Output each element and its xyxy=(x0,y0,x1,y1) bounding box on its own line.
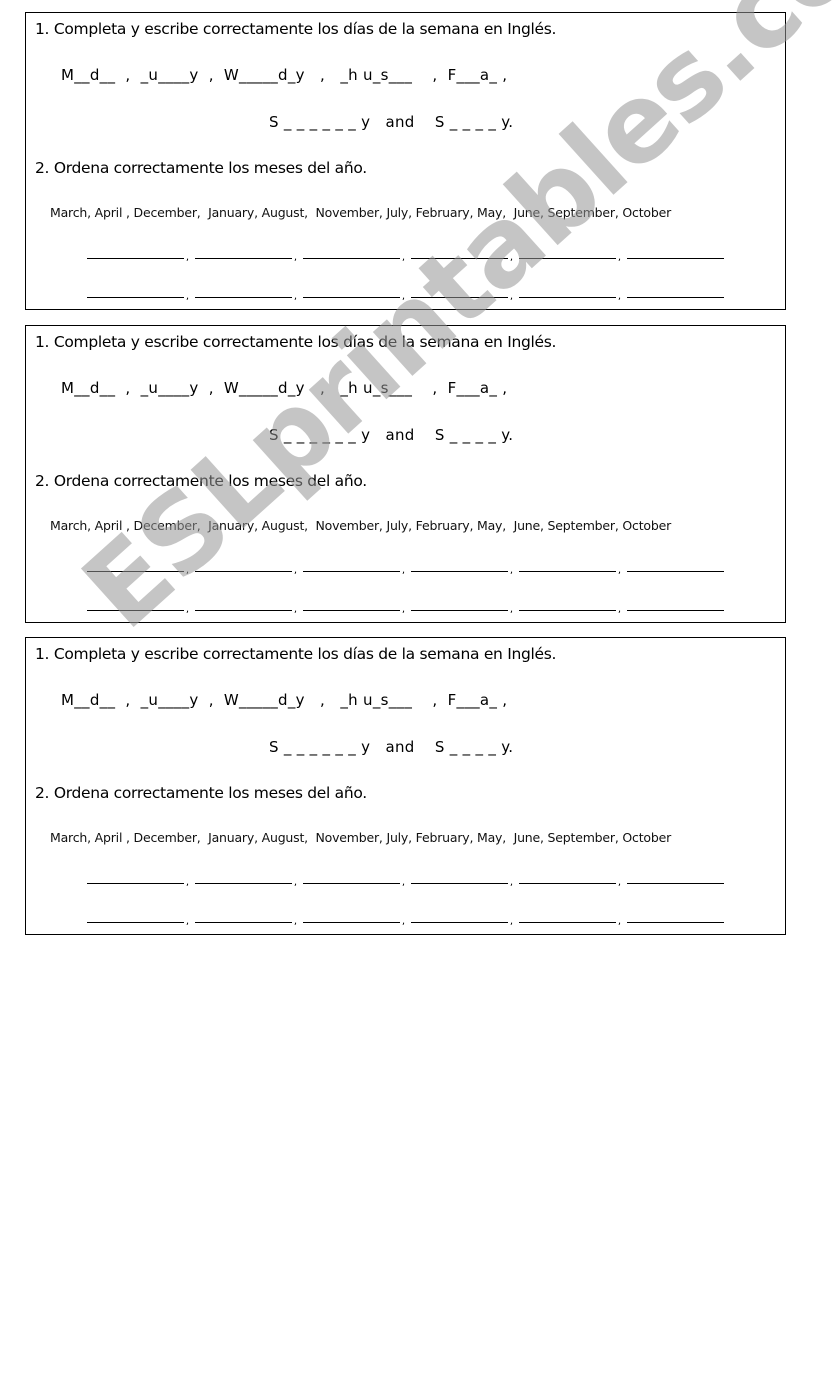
answer-blank[interactable]: , xyxy=(195,287,297,302)
answer-blank[interactable]: , xyxy=(87,561,189,576)
answer-blank[interactable]: , xyxy=(411,248,513,263)
months-list: March, April , December, January, August… xyxy=(50,830,672,845)
answer-blank[interactable]: , xyxy=(303,248,405,263)
answer-row-2: , , , , , xyxy=(87,600,737,615)
answer-blank[interactable]: , xyxy=(195,873,297,888)
answer-blank[interactable]: , xyxy=(411,287,513,302)
answer-blank[interactable]: , xyxy=(303,912,405,927)
days-fill-line-1: M__d__ , _u____y , W_____d_y , _h u_s___… xyxy=(61,66,508,84)
exercise-2-title: 2. Ordena correctamente los meses del añ… xyxy=(35,472,367,490)
worksheet-box-3: 1. Completa y escribe correctamente los … xyxy=(25,637,786,935)
months-list: March, April , December, January, August… xyxy=(50,518,672,533)
answer-blank[interactable]: , xyxy=(519,873,621,888)
answer-blank[interactable]: , xyxy=(411,912,513,927)
answer-row-2: , , , , , xyxy=(87,912,737,927)
answer-blank[interactable]: , xyxy=(303,561,405,576)
answer-blank[interactable]: , xyxy=(87,248,189,263)
months-list: March, April , December, January, August… xyxy=(50,205,672,220)
answer-row-1: , , , , , xyxy=(87,561,737,576)
answer-blank[interactable]: , xyxy=(519,600,621,615)
answer-blank[interactable] xyxy=(627,287,724,298)
exercise-2-title: 2. Ordena correctamente los meses del añ… xyxy=(35,159,367,177)
answer-blank[interactable] xyxy=(627,873,724,884)
answer-blank[interactable]: , xyxy=(195,912,297,927)
days-fill-line-2: S _ _ _ _ _ _ y and S _ _ _ _ y. xyxy=(269,113,514,131)
days-fill-line-2: S _ _ _ _ _ _ y and S _ _ _ _ y. xyxy=(269,738,514,756)
answer-blank[interactable]: , xyxy=(195,561,297,576)
answer-blank[interactable]: , xyxy=(87,912,189,927)
answer-blank[interactable]: , xyxy=(195,248,297,263)
answer-blank[interactable]: , xyxy=(411,561,513,576)
days-fill-line-1: M__d__ , _u____y , W_____d_y , _h u_s___… xyxy=(61,691,508,709)
answer-blank[interactable]: , xyxy=(519,287,621,302)
exercise-1-title: 1. Completa y escribe correctamente los … xyxy=(35,645,557,663)
answer-blank[interactable] xyxy=(627,912,724,923)
answer-blank[interactable]: , xyxy=(519,248,621,263)
answer-blank[interactable]: , xyxy=(303,600,405,615)
answer-row-1: , , , , , xyxy=(87,873,737,888)
answer-blank[interactable]: , xyxy=(303,287,405,302)
days-fill-line-1: M__d__ , _u____y , W_____d_y , _h u_s___… xyxy=(61,379,508,397)
answer-blank[interactable]: , xyxy=(87,600,189,615)
answer-row-1: , , , , , xyxy=(87,248,737,263)
days-fill-line-2: S _ _ _ _ _ _ y and S _ _ _ _ y. xyxy=(269,426,514,444)
exercise-2-title: 2. Ordena correctamente los meses del añ… xyxy=(35,784,367,802)
exercise-1-title: 1. Completa y escribe correctamente los … xyxy=(35,20,557,38)
exercise-1-title: 1. Completa y escribe correctamente los … xyxy=(35,333,557,351)
answer-blank[interactable]: , xyxy=(195,600,297,615)
answer-blank[interactable] xyxy=(627,248,724,259)
answer-blank[interactable]: , xyxy=(519,561,621,576)
answer-blank[interactable]: , xyxy=(87,873,189,888)
worksheet-box-1: 1. Completa y escribe correctamente los … xyxy=(25,12,786,310)
answer-blank[interactable]: , xyxy=(519,912,621,927)
answer-blank[interactable] xyxy=(627,561,724,572)
answer-blank[interactable]: , xyxy=(411,873,513,888)
answer-blank[interactable]: , xyxy=(411,600,513,615)
answer-blank[interactable]: , xyxy=(87,287,189,302)
answer-blank[interactable] xyxy=(627,600,724,611)
answer-row-2: , , , , , xyxy=(87,287,737,302)
worksheet-box-2: 1. Completa y escribe correctamente los … xyxy=(25,325,786,623)
answer-blank[interactable]: , xyxy=(303,873,405,888)
